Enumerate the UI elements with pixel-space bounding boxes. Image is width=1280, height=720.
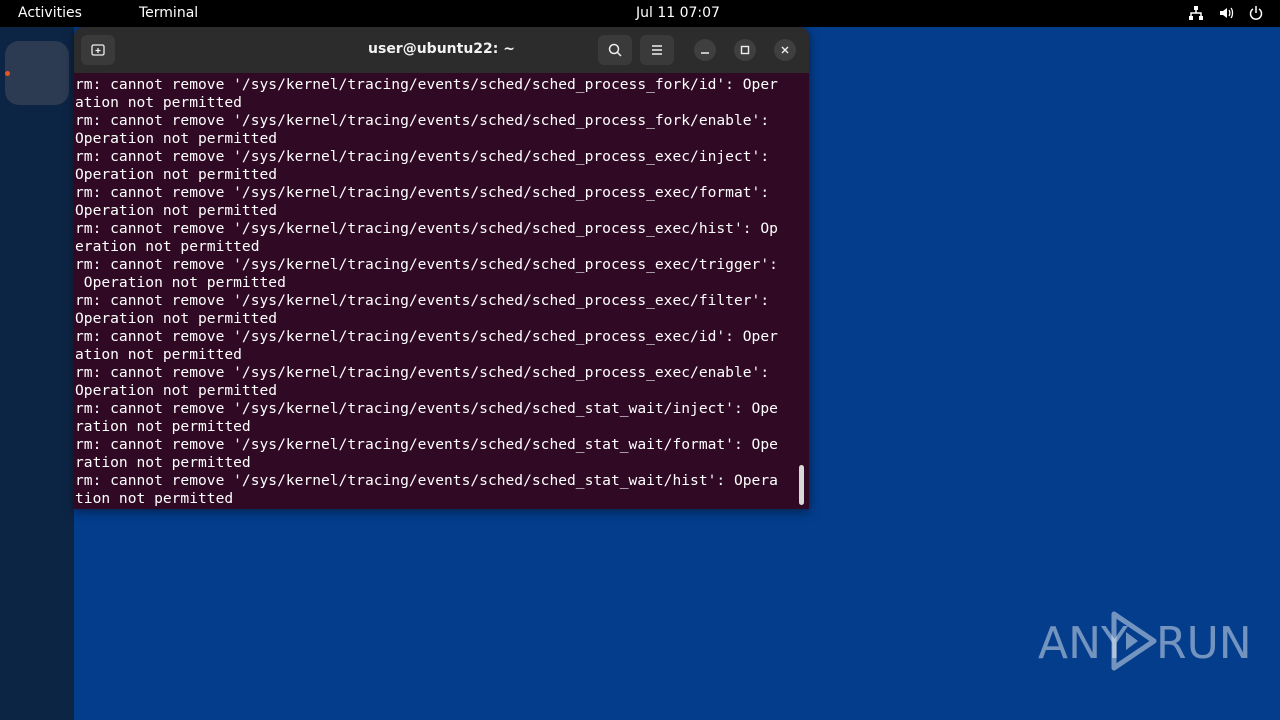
- terminal-line: Operation not permitted: [75, 166, 278, 183]
- terminal-line: rm: cannot remove '/sys/kernel/tracing/e…: [75, 328, 778, 345]
- maximize-icon: [740, 45, 750, 55]
- terminal-line: rm: cannot remove '/sys/kernel/tracing/e…: [75, 256, 778, 273]
- terminal-line: rm: cannot remove '/sys/kernel/tracing/e…: [75, 472, 778, 489]
- terminal-line: Operation not permitted: [75, 130, 278, 147]
- running-indicator: [5, 71, 10, 76]
- top-bar: Activities Terminal Jul 11 07:07: [0, 0, 1280, 27]
- terminal-line: rm: cannot remove '/sys/kernel/tracing/e…: [75, 112, 770, 129]
- terminal-line: ration not permitted: [75, 454, 251, 471]
- minimize-button[interactable]: [694, 39, 716, 61]
- search-icon: [608, 43, 622, 57]
- scrollbar[interactable]: [799, 465, 804, 505]
- terminal-line: Operation not permitted: [75, 382, 278, 399]
- play-logo-icon: [1111, 611, 1157, 671]
- dock: [0, 27, 74, 720]
- terminal-line: rm: cannot remove '/sys/kernel/tracing/e…: [75, 364, 770, 381]
- terminal-line: eration not permitted: [75, 238, 260, 255]
- system-tray[interactable]: [1188, 5, 1264, 21]
- terminal-line: rm: cannot remove '/sys/kernel/tracing/e…: [75, 220, 778, 237]
- volume-icon[interactable]: [1218, 5, 1234, 21]
- network-icon[interactable]: [1188, 5, 1204, 21]
- terminal-line: ation not permitted: [75, 346, 242, 363]
- terminal-line: ation not permitted: [75, 94, 242, 111]
- terminal-line: tion not permitted: [75, 490, 234, 507]
- title-bar[interactable]: user@ubuntu22: ~: [74, 27, 809, 73]
- maximize-button[interactable]: [734, 39, 756, 61]
- terminal-line: rm: cannot remove '/sys/kernel/tracing/e…: [75, 76, 778, 93]
- terminal-line: ration not permitted: [75, 418, 251, 435]
- search-button[interactable]: [598, 35, 632, 65]
- terminal-line: Operation not permitted: [75, 274, 286, 291]
- clock[interactable]: Jul 11 07:07: [0, 5, 1280, 21]
- close-button[interactable]: [774, 39, 796, 61]
- close-icon: [781, 46, 789, 54]
- terminal-line: rm: cannot remove '/sys/kernel/tracing/e…: [75, 148, 770, 165]
- terminal-line: rm: cannot remove '/sys/kernel/tracing/e…: [75, 292, 770, 309]
- minimize-icon: [701, 52, 709, 54]
- terminal-line: rm: cannot remove '/sys/kernel/tracing/e…: [75, 436, 778, 453]
- terminal-line: rm: cannot remove '/sys/kernel/tracing/e…: [75, 184, 770, 201]
- menu-button[interactable]: [640, 35, 674, 65]
- watermark-text-right: RUN: [1156, 618, 1252, 669]
- terminal-line: rm: cannot remove '/sys/kernel/tracing/e…: [75, 400, 778, 417]
- hamburger-icon: [652, 45, 662, 55]
- anyrun-watermark: ANY RUN: [1038, 606, 1252, 676]
- terminal-window[interactable]: user@ubuntu22: ~ rm: cannot remove '/sys…: [74, 27, 809, 509]
- power-icon[interactable]: [1248, 5, 1264, 21]
- dock-app-terminal[interactable]: [5, 41, 69, 105]
- terminal-output[interactable]: rm: cannot remove '/sys/kernel/tracing/e…: [75, 76, 799, 508]
- terminal-line: Operation not permitted: [75, 202, 278, 219]
- terminal-line: Operation not permitted: [75, 310, 278, 327]
